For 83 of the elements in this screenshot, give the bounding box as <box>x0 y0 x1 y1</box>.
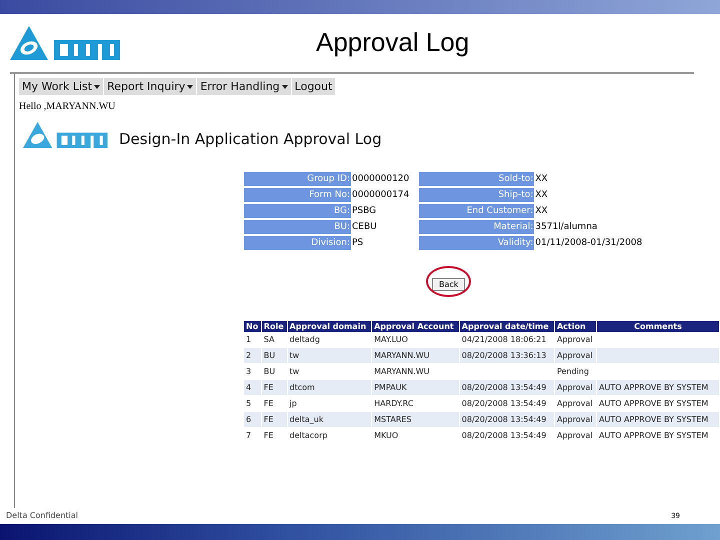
column-header: Role <box>261 321 288 332</box>
table-cell: AUTO APPROVE BY SYSTEM <box>599 399 708 408</box>
table-cell: BU <box>264 351 276 360</box>
table-cell: Approval <box>556 351 592 360</box>
table-cell: MKUO <box>374 431 398 440</box>
logo-icon <box>10 24 122 62</box>
column-header: Approval domain <box>287 321 372 332</box>
table-cell: AUTO APPROVE BY SYSTEM <box>599 415 708 424</box>
table-cell: jp <box>290 399 297 408</box>
menu-item[interactable]: Logout <box>292 78 336 95</box>
table-cell: PMPAUK <box>374 383 407 392</box>
field-label: BG: <box>244 204 351 218</box>
field-label: End Customer: <box>419 204 534 218</box>
back-button[interactable]: Back <box>432 278 466 291</box>
field-value: XX <box>534 205 549 218</box>
table-cell: 08/20/2008 13:54:49 <box>462 383 546 392</box>
table-cell: MARYANN.WU <box>374 367 430 376</box>
field-value: 01/11/2008-01/31/2008 <box>534 237 642 250</box>
field-label: Division: <box>244 236 351 250</box>
field-value: CEBU <box>351 221 378 234</box>
table-cell: MSTARES <box>374 415 412 424</box>
table-cell: 5 <box>246 399 252 408</box>
field-value: XX <box>534 173 549 186</box>
field-value: 0000000120 <box>351 173 410 186</box>
table-cell: BU <box>264 367 276 376</box>
field-label: Ship-to: <box>419 188 534 202</box>
table-cell: SA <box>264 335 274 344</box>
table-cell: delta_uk <box>290 415 324 424</box>
field-value: PSBG <box>351 205 378 218</box>
menu-item[interactable]: My Work List <box>19 78 104 95</box>
column-header: Comments <box>596 321 720 332</box>
table-cell: 2 <box>246 351 252 360</box>
field-label: Group ID: <box>244 172 351 186</box>
table-cell: FE <box>264 399 274 408</box>
field-label: Form No: <box>244 188 351 202</box>
field-value: XX <box>534 189 549 202</box>
table-cell: 7 <box>246 431 252 440</box>
table-cell: deltadg <box>290 335 320 344</box>
table-cell: HARDY.RC <box>374 399 414 408</box>
table-cell: Pending <box>556 367 589 376</box>
table-cell: 08/20/2008 13:54:49 <box>462 399 546 408</box>
table-cell: FE <box>264 415 274 424</box>
logo-icon <box>23 120 109 150</box>
slide-title: Approval Log <box>316 27 470 58</box>
field-value: PS <box>351 237 364 250</box>
column-header: Approval Account <box>372 321 460 332</box>
menu-item[interactable]: Report Inquiry <box>104 78 196 95</box>
table-cell: Approval <box>556 383 592 392</box>
table-cell: MAY.LUO <box>374 335 408 344</box>
table-cell: 6 <box>246 415 252 424</box>
table-cell: tw <box>290 351 300 360</box>
table-cell: deltacorp <box>290 431 328 440</box>
table-cell: 3 <box>246 367 252 376</box>
table-cell: Approval <box>556 415 592 424</box>
table-cell: Approval <box>556 431 592 440</box>
table-cell: tw <box>290 367 300 376</box>
field-value: 3571l/alumna <box>534 221 598 234</box>
page-title: Design-In Application Approval Log <box>119 130 382 150</box>
table-cell: FE <box>264 431 274 440</box>
table-cell: 4 <box>246 383 252 392</box>
greeting-text: Hello ,MARYANN.WU <box>19 101 116 112</box>
table-cell: 08/20/2008 13:54:49 <box>462 415 546 424</box>
table-cell: FE <box>264 383 274 392</box>
table-cell: Approval <box>556 335 592 344</box>
field-label: BU: <box>244 220 351 234</box>
field-label: Sold-to: <box>419 172 534 186</box>
table-cell: 1 <box>246 335 252 344</box>
table-cell: Approval <box>556 399 592 408</box>
menu-item[interactable]: Error Handling <box>197 78 291 95</box>
table-cell: 08/20/2008 13:54:49 <box>462 431 546 440</box>
footer-text: Delta Confidential <box>6 511 78 520</box>
table-cell: AUTO APPROVE BY SYSTEM <box>599 431 708 440</box>
field-label: Material: <box>419 220 534 234</box>
field-value: 0000000174 <box>351 189 410 202</box>
column-header: Approval date/time <box>459 321 554 332</box>
table-cell: dtcom <box>290 383 315 392</box>
column-header: No <box>244 321 262 332</box>
column-header: Action <box>554 321 596 332</box>
table-cell: 08/20/2008 13:36:13 <box>462 351 546 360</box>
table-cell: 04/21/2008 18:06:21 <box>462 335 546 344</box>
field-label: Validity: <box>419 236 534 250</box>
table-cell: MARYANN.WU <box>374 351 430 360</box>
table-cell: AUTO APPROVE BY SYSTEM <box>599 383 708 392</box>
